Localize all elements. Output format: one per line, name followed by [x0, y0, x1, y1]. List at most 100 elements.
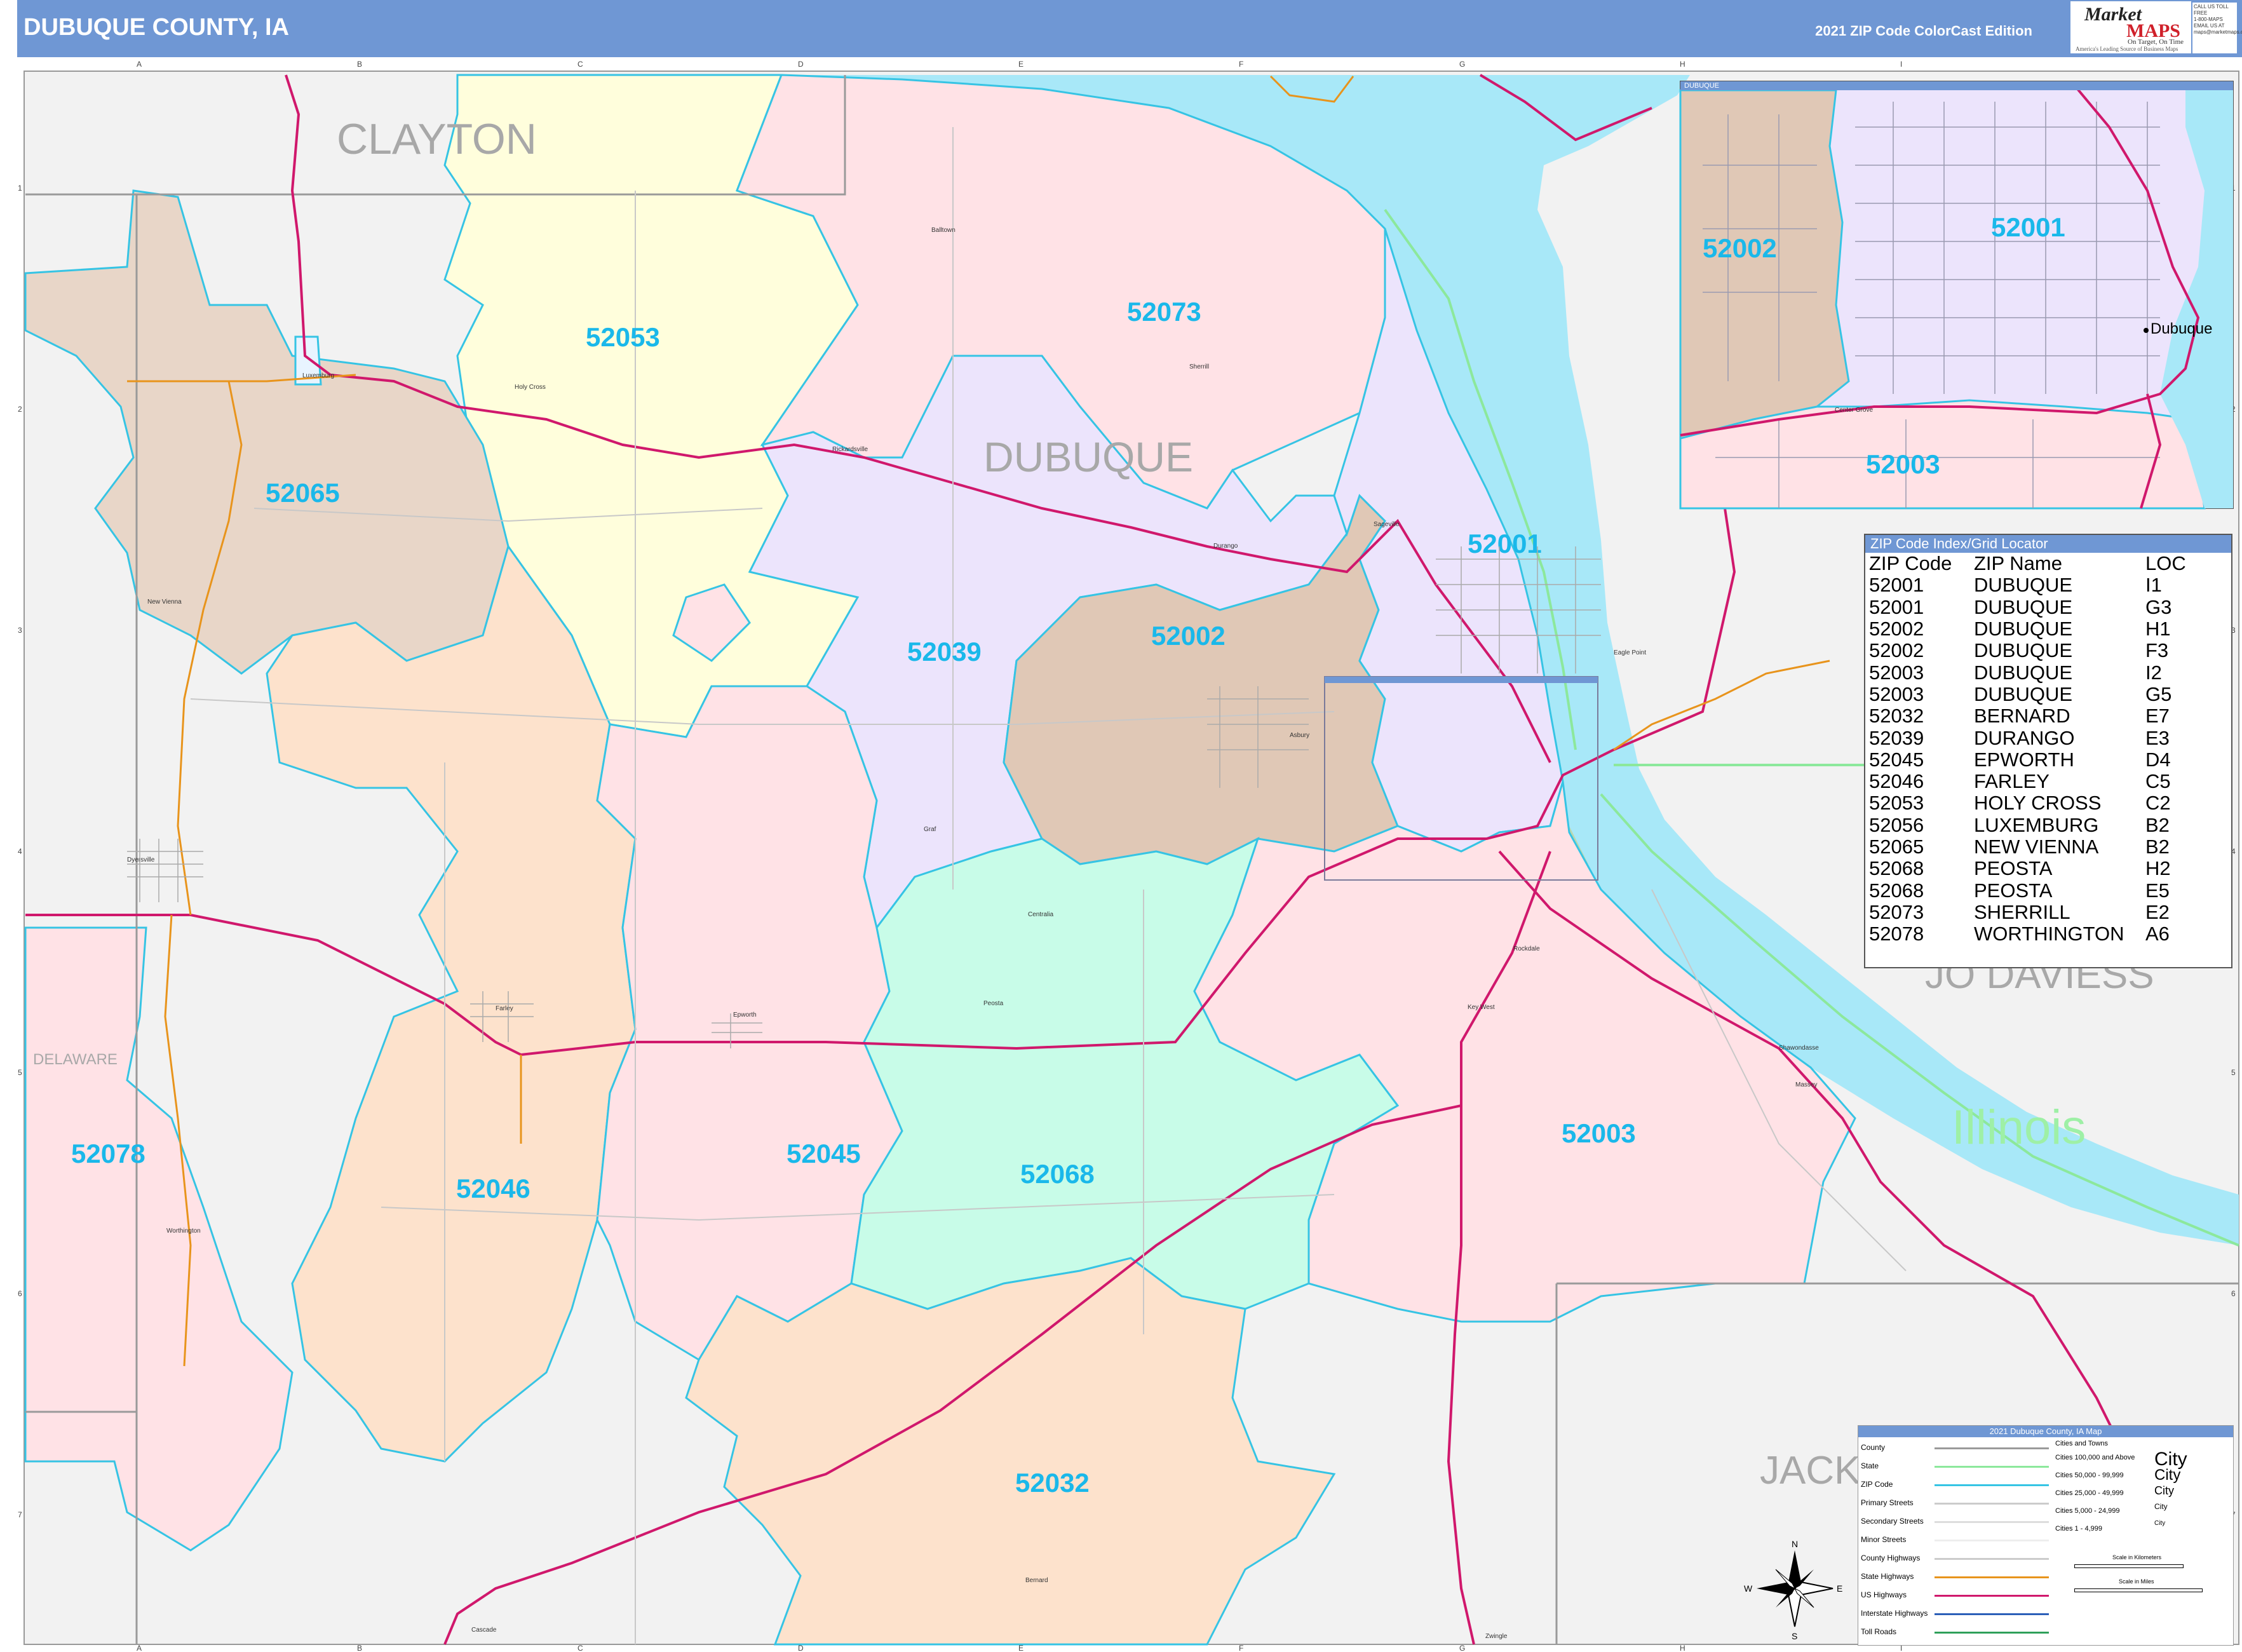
inset-zip-label-52002: 52002 [1703, 233, 1777, 263]
county-label-jackson: JACK [1760, 1449, 1860, 1493]
grid-col-label: C [577, 60, 583, 69]
legend-city-class: Cities 100,000 and Above [2055, 1454, 2135, 1461]
state-label-illinois: Illinois [1952, 1100, 2086, 1154]
legend-scale-mi-bar [2074, 1588, 2203, 1592]
zip-index-zip: 52065 [1869, 836, 1924, 858]
compass-s: S [1792, 1631, 1797, 1641]
grid-row-label: 5 [18, 1068, 22, 1077]
zip-index-row: 52056 LUXEMBURG B2 [1869, 813, 2186, 836]
inset-map[interactable]: 52002 52001 52003 Dubuque Center Grove [1679, 81, 2234, 510]
legend-item-line [1935, 1447, 2049, 1449]
grid-col-label: G [1459, 60, 1465, 69]
compass-n: N [1792, 1539, 1798, 1549]
zip-index-row: 52065 NEW VIENNA B2 [1869, 836, 2186, 858]
zip-index-row: 52068 PEOSTA E5 [1869, 879, 2186, 901]
zip-index-row: 52046 FARLEY C5 [1869, 770, 2186, 793]
zip-index-name: HOLY CROSS [1974, 792, 2102, 815]
zip-label-52046: 52046 [456, 1174, 530, 1203]
city-cascade: Cascade [471, 1627, 497, 1634]
zip-index-name: SHERRILL [1974, 900, 2070, 923]
grid-col-label: H [1680, 60, 1685, 69]
legend-item-label: Interstate Highways [1861, 1609, 1928, 1618]
city-sherrill: Sherrill [1189, 363, 1209, 370]
city-zwingle: Zwingle [1485, 1633, 1508, 1640]
zip-index-row: 52003 DUBUQUE G5 [1869, 682, 2186, 705]
legend-item-label: Minor Streets [1861, 1535, 1907, 1544]
grid-col-label: I [1900, 60, 1902, 69]
legend-title: 2021 Dubuque County, IA Map [1858, 1426, 2233, 1437]
zip-label-52073: 52073 [1127, 297, 1201, 327]
zip-index-name: LUXEMBURG [1974, 813, 2099, 836]
zip-index-zip: 52002 [1869, 639, 1924, 662]
legend-item-label: State Highways [1861, 1572, 1914, 1581]
city-durango: Durango [1213, 543, 1238, 550]
zip-index-name: WORTHINGTON [1974, 923, 2124, 945]
legend-item-label: US Highways [1861, 1590, 1907, 1599]
zip-index-row: 52078 WORTHINGTON A6 [1869, 923, 2186, 945]
legend-scale-mi: Scale in Miles [2119, 1578, 2154, 1585]
zip-index-row: 52053 HOLY CROSS C2 [1869, 792, 2186, 814]
zip-index-row: 52039 DURANGO E3 [1869, 727, 2186, 748]
zip-label-52053: 52053 [586, 322, 660, 352]
legend-city-sample: City [2154, 1502, 2168, 1511]
legend-item-line [1935, 1576, 2049, 1578]
zip-index-header: ZIP Code [1869, 552, 1952, 575]
grid-row-label: 5 [2231, 1068, 2236, 1077]
legend-city-sample: City [2154, 1466, 2181, 1484]
legend-city-sample: City [2154, 1484, 2174, 1497]
city-sageville: Sageville [1374, 521, 1400, 528]
zip-index-name: DUBUQUE [1974, 682, 2073, 705]
legend-scale-km: Scale in Kilometers [2112, 1554, 2162, 1561]
zip-label-52003: 52003 [1562, 1118, 1636, 1148]
zip-index-name: DUBUQUE [1974, 595, 2073, 618]
legend-city-sample: City [2154, 1520, 2166, 1527]
zip-index-row: 52045 EPWORTH D4 [1869, 748, 2186, 771]
zip-index-loc: A6 [2145, 923, 2170, 945]
city-rickardsville: Rickardsville [832, 446, 868, 453]
legend-item-line [1935, 1503, 2049, 1505]
legend-item-label: Secondary Streets [1861, 1517, 1924, 1526]
zip-index-row: 52002 DUBUQUE H1 [1869, 618, 2186, 640]
zip-label-52078: 52078 [71, 1139, 145, 1168]
grid-col-label: F [1239, 60, 1243, 69]
city-worthington: Worthington [166, 1228, 201, 1235]
city-dyersville: Dyersville [127, 856, 155, 863]
grid-row-label: 6 [2231, 1289, 2236, 1298]
zip-index-zip: 52078 [1869, 923, 1924, 945]
zip-label-52001: 52001 [1468, 529, 1542, 559]
city-epworth: Epworth [733, 1012, 757, 1019]
city-asbury: Asbury [1290, 732, 1309, 739]
zip-index-zip: 52073 [1869, 900, 1924, 923]
grid-col-label: B [357, 60, 362, 69]
zip-index-loc: H1 [2145, 618, 2171, 640]
zip-index-loc: C2 [2145, 792, 2171, 815]
zip-index-panel: ZIP Code Index/Grid Locator ZIP Code ZIP… [1864, 534, 2232, 968]
inset-zip-label-52003: 52003 [1866, 449, 1940, 479]
zip-index-zip: 52002 [1869, 618, 1924, 640]
zip-index-header-row: ZIP Code ZIP Name LOC [1869, 552, 2186, 575]
zip-index-name: PEOSTA [1974, 857, 2053, 880]
inset-zip-52002 [1679, 89, 1850, 440]
zip-index-row: 52068 PEOSTA H2 [1869, 858, 2186, 879]
inset-street-center-grove: Center Grove [1835, 407, 1873, 414]
legend-city-class: Cities 5,000 - 24,999 [2055, 1507, 2120, 1515]
zip-index-name: DUBUQUE [1974, 639, 2073, 662]
inset-city-dubuque: Dubuque [2151, 320, 2212, 337]
legend-item-line [1935, 1540, 2049, 1541]
grid-col-label: G [1459, 1644, 1465, 1652]
county-label-clayton: CLAYTON [337, 115, 537, 163]
zip-index-zip: 52068 [1869, 879, 1924, 902]
grid-col-label: H [1680, 1644, 1685, 1652]
zip-label-52068: 52068 [1020, 1159, 1095, 1189]
zip-index-zip: 52046 [1869, 770, 1924, 793]
grid-col-label: D [798, 60, 804, 69]
legend-item-label: County [1861, 1443, 1886, 1452]
zip-index-body: 52001 DUBUQUE I1 52001 DUBUQUE G3 52002 DUBUQUE… [1869, 574, 2186, 945]
zip-index-loc: I1 [2145, 574, 2162, 597]
city-holy-cross: Holy Cross [515, 384, 546, 391]
city-farley: Farley [496, 1005, 513, 1012]
legend-item-line [1935, 1521, 2049, 1523]
zip-label-52039: 52039 [907, 637, 982, 667]
zip-index-name: DURANGO [1974, 726, 2075, 749]
city-key-west: Key West [1468, 1004, 1495, 1011]
